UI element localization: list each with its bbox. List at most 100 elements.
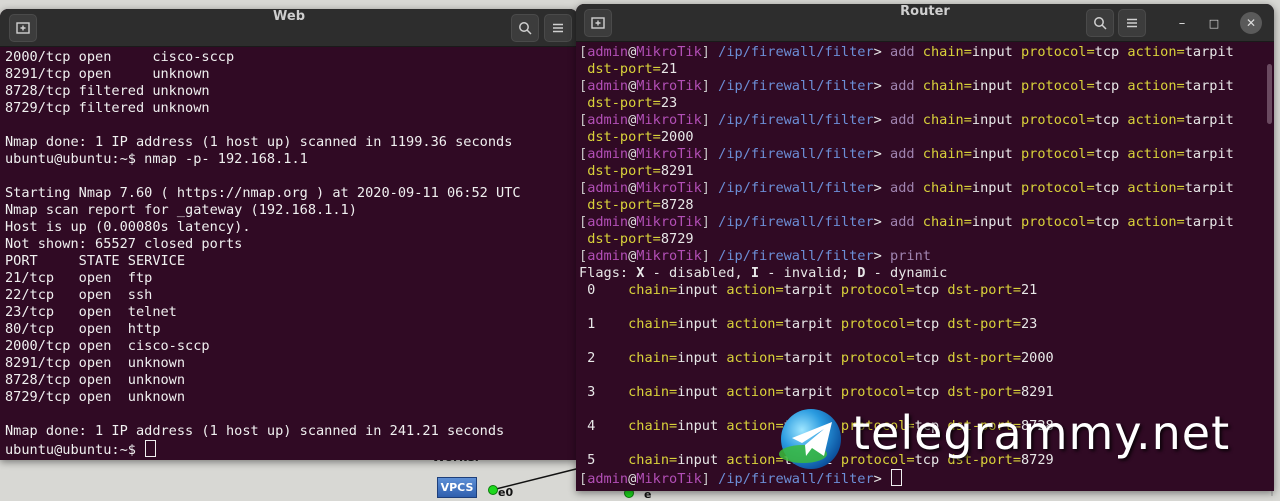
terminal-line: Starting Nmap 7.60 ( https://nmap.org ) …: [5, 185, 521, 201]
rule-index: 5: [579, 452, 596, 468]
param-value: 8291: [1021, 384, 1054, 400]
router-titlebar[interactable]: Router – □ ✕: [576, 4, 1274, 42]
prompt-path: /ip/firewall/filter: [709, 214, 874, 230]
window-title: Web: [273, 9, 305, 24]
prompt-bracket: [: [579, 112, 588, 128]
param-key: dst-port=: [939, 316, 1021, 332]
param-value: tarpit: [1184, 44, 1234, 60]
terminal-line: 22/tcp open ssh: [5, 287, 153, 303]
command-line: [admin@MikroTik] /ip/firewall/filter> ad…: [579, 78, 1266, 95]
param-value: 2000: [1021, 350, 1054, 366]
prompt-host: MikroTik: [636, 146, 702, 162]
command-continuation: dst-port=8729: [579, 231, 1266, 248]
prompt-bracket: ]: [701, 78, 710, 94]
prompt-gt: >: [873, 146, 891, 162]
search-icon: [1094, 17, 1107, 30]
minimize-button[interactable]: –: [1171, 12, 1193, 34]
terminal-line: Not shown: 65527 closed ports: [5, 236, 243, 252]
param-value: tarpit: [1184, 112, 1234, 128]
param-key: chain=: [628, 316, 678, 332]
prompt-bracket: [: [579, 78, 588, 94]
prompt-bracket: [: [579, 44, 588, 60]
prompt-user: admin: [587, 44, 629, 60]
param-key: protocol=: [1021, 146, 1095, 162]
command-line: [admin@MikroTik] /ip/firewall/filter> ad…: [579, 214, 1266, 231]
command-verb: print: [890, 248, 931, 264]
prompt-path: /ip/firewall/filter: [709, 248, 874, 264]
close-button[interactable]: ✕: [1240, 12, 1262, 34]
web-titlebar[interactable]: Web: [0, 9, 578, 47]
rule-row: 3 chain=input action=tarpit protocol=tcp…: [579, 384, 1266, 401]
watermark: telegrammy.net: [778, 404, 1268, 484]
prompt-bracket: [: [579, 471, 588, 487]
port-label: e0: [498, 486, 514, 499]
flag-desc: - invalid;: [759, 265, 858, 281]
rule-index: 2: [579, 350, 596, 366]
param-key: chain=: [628, 384, 678, 400]
prompt-bracket: [: [579, 146, 588, 162]
rule-row: 2 chain=input action=tarpit protocol=tcp…: [579, 350, 1266, 367]
param-value: tarpit: [783, 282, 833, 298]
menu-button[interactable]: [1118, 9, 1146, 37]
vpcs-node-icon[interactable]: VPCS: [437, 477, 477, 498]
param-key: protocol=: [1021, 78, 1095, 94]
param-value: input: [971, 44, 1013, 60]
telegram-logo-icon: [779, 409, 841, 469]
param-key: chain=: [922, 180, 972, 196]
command-line: [admin@MikroTik] /ip/firewall/filter> ad…: [579, 146, 1266, 163]
command-line: [admin@MikroTik] /ip/firewall/filter> pr…: [579, 248, 1266, 265]
param-value: tcp: [1094, 146, 1120, 162]
param-value: 8728: [660, 197, 694, 213]
param-key: protocol=: [832, 350, 915, 366]
param-key: action=: [1127, 146, 1185, 162]
param-value: tcp: [1094, 180, 1120, 196]
param-key: dst-port=: [587, 163, 661, 179]
prompt-user: admin: [587, 214, 629, 230]
param-key: protocol=: [832, 384, 915, 400]
param-value: input: [677, 452, 719, 468]
terminal-prompt-line[interactable]: ubuntu@ubuntu:~$: [5, 440, 570, 458]
hamburger-menu-icon: [553, 23, 563, 33]
terminal-line: 2000/tcp open cisco-sccp: [5, 49, 235, 65]
param-value: 21: [1021, 282, 1038, 298]
param-value: input: [677, 384, 719, 400]
search-button[interactable]: [1086, 9, 1114, 37]
terminal-line: 8729/tcp open unknown: [5, 389, 186, 405]
param-key: action=: [1127, 112, 1185, 128]
param-value: tcp: [914, 350, 940, 366]
param-key: chain=: [628, 452, 678, 468]
param-key: chain=: [922, 78, 972, 94]
prompt-bracket: ]: [701, 180, 710, 196]
maximize-button[interactable]: □: [1203, 12, 1225, 34]
prompt-user: admin: [587, 112, 629, 128]
search-button[interactable]: [511, 14, 539, 42]
param-value: tcp: [914, 384, 940, 400]
command-continuation: dst-port=23: [579, 95, 1266, 112]
prompt-gt: >: [873, 112, 891, 128]
param-key: chain=: [628, 350, 678, 366]
param-key: protocol=: [832, 282, 915, 298]
param-value: tcp: [1094, 214, 1120, 230]
rule-index: 1: [579, 316, 596, 332]
menu-button[interactable]: [544, 14, 572, 42]
text-cursor: [145, 440, 157, 457]
param-value: input: [677, 282, 719, 298]
param-value: tarpit: [1184, 214, 1234, 230]
web-terminal-window[interactable]: Web 2000/tcp open cisco-sccp 8291/tcp ope…: [0, 9, 578, 460]
command-verb: add: [890, 214, 915, 230]
param-key: action=: [1127, 214, 1185, 230]
prompt-bracket: ]: [701, 44, 710, 60]
web-terminal-output[interactable]: 2000/tcp open cisco-sccp 8291/tcp open un…: [5, 49, 570, 460]
terminal-line: 8729/tcp filtered unknown: [5, 100, 210, 116]
scrollbar-thumb[interactable]: [1267, 64, 1272, 124]
param-value: input: [677, 316, 719, 332]
terminal-line: 80/tcp open http: [5, 321, 161, 337]
param-value: tarpit: [1184, 146, 1234, 162]
prompt-path: /ip/firewall/filter: [709, 180, 874, 196]
command-verb: add: [890, 44, 915, 60]
link-status-dot: [488, 485, 498, 495]
param-value: tarpit: [783, 350, 833, 366]
